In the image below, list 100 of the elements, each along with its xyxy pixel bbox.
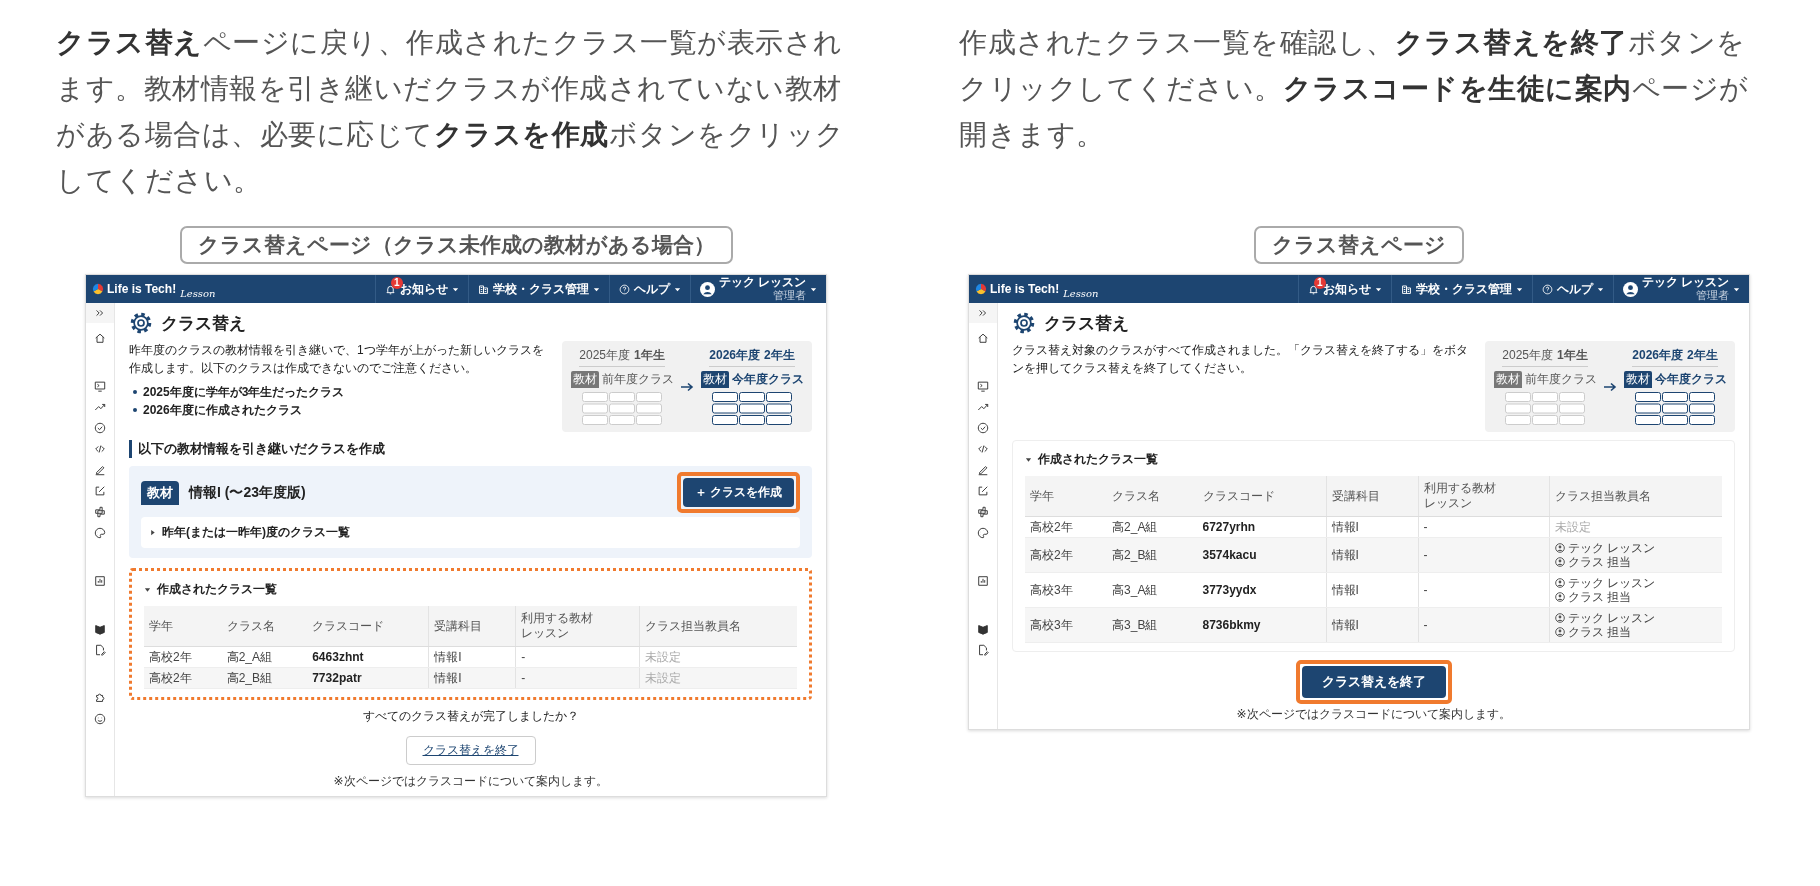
user-name: テック レッスン	[1641, 276, 1729, 289]
logo-icon[interactable]	[975, 283, 987, 295]
edit-icon[interactable]	[94, 485, 106, 497]
year-label: 2026年度	[709, 347, 760, 364]
person-icon	[1554, 592, 1565, 602]
user-role: 管理者	[773, 289, 806, 302]
material-tag: 教材	[1493, 371, 1522, 388]
document-edit-icon[interactable]	[977, 644, 989, 656]
teacher-name: テック レッスン	[1567, 541, 1656, 555]
grade-label: 1年生	[634, 347, 665, 364]
grade-label: 2年生	[764, 347, 795, 364]
edit-icon[interactable]	[977, 485, 989, 497]
bell-icon	[1307, 283, 1319, 295]
book-icon[interactable]	[94, 623, 106, 635]
end-class-change-button[interactable]: クラス替えを終了	[405, 736, 536, 765]
bullet-icon	[133, 408, 137, 412]
material-name: 情報I (〜23年度版)	[189, 483, 306, 502]
pencil-icon[interactable]	[94, 464, 106, 476]
end-class-change-button[interactable]: クラス替えを終了	[1301, 666, 1446, 698]
code-icon[interactable]	[977, 443, 989, 455]
expander-button[interactable]: 昨年(または一昨年)度のクラス一覧	[141, 517, 800, 548]
class-label: 前年度クラス	[601, 371, 674, 388]
table-cell: 情報I	[1326, 572, 1418, 608]
logo-text: Life is Tech!	[990, 282, 1060, 296]
teacher-name: クラス 担当	[1567, 625, 1632, 639]
year-label: 2025年度	[579, 347, 630, 364]
chart-icon[interactable]	[94, 575, 106, 587]
menu-button[interactable]: ヘルプ	[1531, 275, 1613, 303]
code-icon[interactable]	[94, 443, 106, 455]
instruction-text: クラス替えページに戻り、作成されたクラス一覧が表示されます。教材情報を引き継いだクラスが作成されていない教材がある場合は、必要に応じてクラスを作成ボタンをクリックしてください。	[56, 26, 846, 198]
caret-icon	[810, 285, 817, 293]
settings-icon	[129, 311, 153, 335]
instruction-text: 作成されたクラス一覧を確認し、クラス替えを終了ボタンをクリックしてください。クラスコードを生徒に案内ページが開きます。	[959, 26, 1750, 152]
table-cell: 6463zhnt	[307, 646, 429, 668]
trend-icon[interactable]	[977, 401, 989, 413]
user-role: 管理者	[1696, 289, 1729, 302]
pencil-icon[interactable]	[977, 464, 989, 476]
table-cell: 高3_B組	[1107, 607, 1198, 643]
chart-icon[interactable]	[977, 575, 989, 587]
logo-text: Life is Tech!	[107, 282, 177, 296]
table-cell: 8736bkmy	[1197, 607, 1327, 643]
expander-button[interactable]: 作成されたクラス一覧	[144, 577, 277, 602]
table-cell: 情報I	[428, 646, 516, 668]
menu-button[interactable]: 学校・クラス管理	[467, 275, 609, 303]
trend-icon[interactable]	[94, 401, 106, 413]
table-cell: -	[515, 646, 640, 668]
menu-button[interactable]: ヘルプ	[608, 275, 690, 303]
table-cell: 3574kacu	[1197, 537, 1327, 573]
caret-icon	[673, 285, 681, 293]
bullet-text: 2025年度に学年が3年生だったクラス	[143, 384, 345, 401]
section-heading: 以下の教材情報を引き継いだクラスを作成	[129, 440, 385, 458]
palette-icon[interactable]	[977, 527, 989, 539]
help-icon	[1541, 283, 1553, 295]
table-cell: 高校3年	[1025, 572, 1108, 608]
twin-shape-icon[interactable]	[94, 506, 106, 518]
document-edit-icon[interactable]	[94, 644, 106, 656]
caption-label: クラス替えページ	[1254, 226, 1464, 264]
user-menu-button[interactable]: テック レッスン 管理者	[689, 275, 826, 303]
table-cell: 高校2年	[1025, 516, 1108, 538]
column-header: クラスコード	[307, 606, 429, 647]
caret-icon	[1596, 285, 1604, 293]
caret-icon	[1374, 285, 1382, 293]
table-cell: 高校2年	[144, 667, 222, 689]
table-cell: -	[1418, 516, 1550, 538]
person-icon	[1554, 557, 1565, 567]
unset-label: 未設定	[1554, 520, 1591, 534]
column-header: 利用する教材レッスン	[1418, 476, 1550, 517]
class-label: 今年度クラス	[731, 371, 804, 388]
expander-button[interactable]: 作成されたクラス一覧	[1025, 447, 1158, 472]
user-menu-button[interactable]: テック レッスン 管理者	[1612, 275, 1749, 303]
table-cell: 7732patr	[307, 667, 429, 689]
create-class-button[interactable]: ＋ クラスを作成	[682, 478, 794, 507]
person-icon	[1554, 578, 1565, 588]
logo-subtext: Lesson	[180, 287, 216, 299]
grade-label: 1年生	[1557, 347, 1588, 364]
puzzle-icon[interactable]	[94, 692, 106, 704]
question-text: すべてのクラス替えが完了しましたか？	[362, 708, 579, 725]
monitor-icon[interactable]	[94, 380, 106, 392]
logo-icon[interactable]	[92, 283, 104, 295]
twin-shape-icon[interactable]	[977, 506, 989, 518]
table-cell: 高2_A組	[1107, 516, 1198, 538]
column-header: クラス担当教員名	[1549, 476, 1722, 517]
monitor-icon[interactable]	[977, 380, 989, 392]
palette-icon[interactable]	[94, 527, 106, 539]
expand-icon	[94, 307, 106, 319]
home-icon[interactable]	[94, 332, 106, 344]
avatar-icon	[699, 281, 715, 297]
material-tag: 教材	[570, 371, 599, 388]
arrow-icon	[680, 381, 694, 392]
menu-button[interactable]: 学校・クラス管理	[1390, 275, 1532, 303]
table-cell: 情報I	[1326, 607, 1418, 643]
class-label: 前年度クラス	[1524, 371, 1597, 388]
smiley-icon[interactable]	[94, 713, 106, 725]
book-icon[interactable]	[977, 623, 989, 635]
user-name: テック レッスン	[718, 276, 806, 289]
unset-label: 未設定	[645, 650, 682, 664]
column-header: 受講科目	[428, 606, 516, 647]
grade-label: 2年生	[1687, 347, 1718, 364]
home-icon[interactable]	[977, 332, 989, 344]
table-cell: -	[1418, 607, 1550, 643]
